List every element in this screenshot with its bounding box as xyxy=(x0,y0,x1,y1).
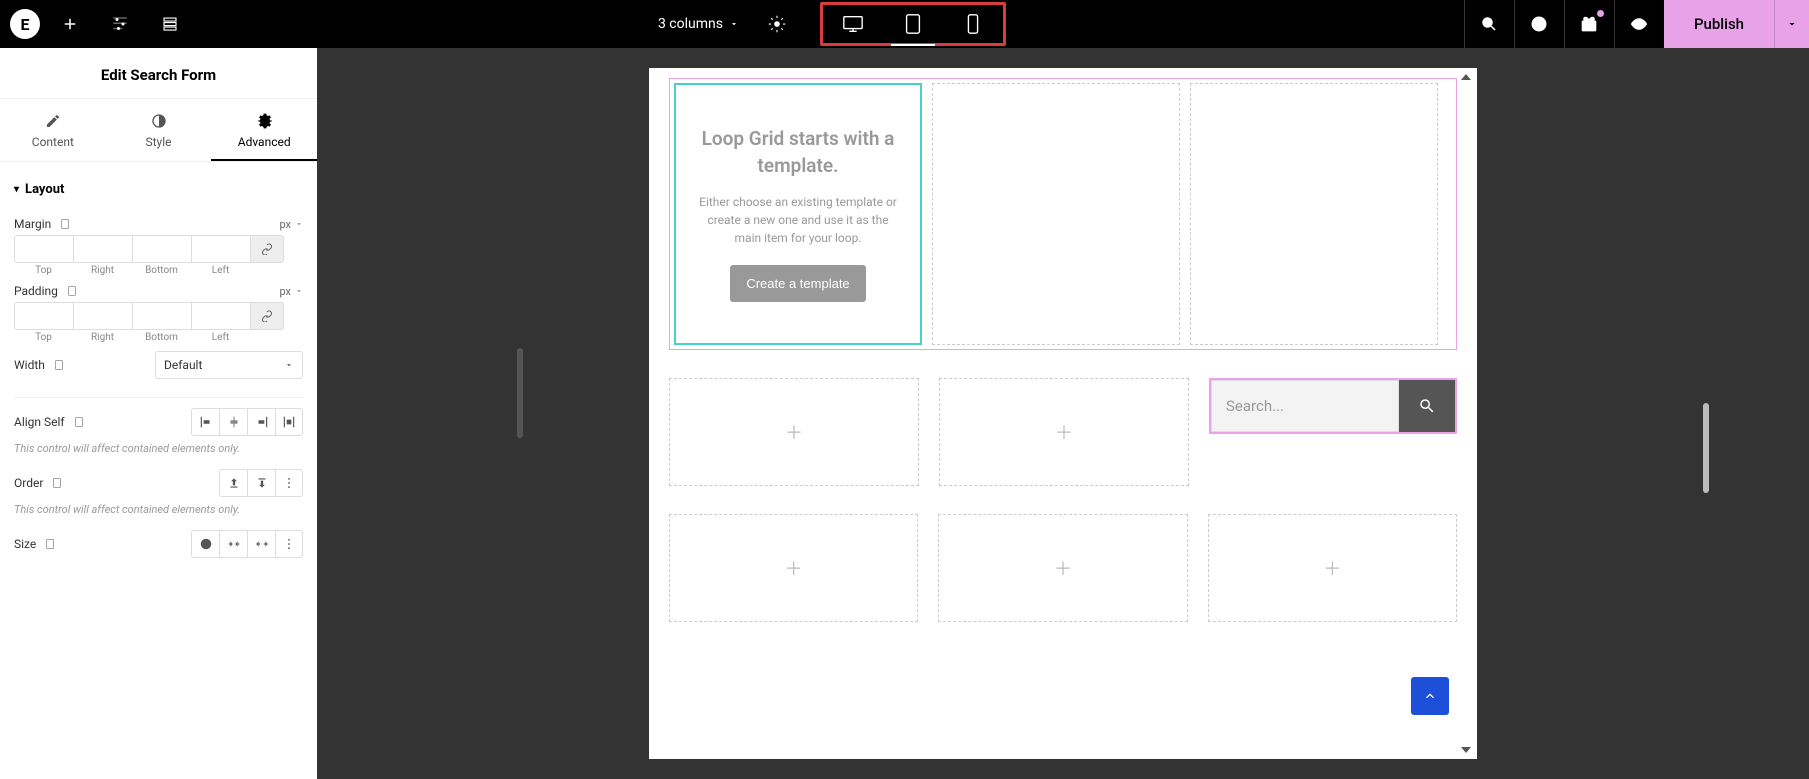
loop-description: Either choose an existing template or cr… xyxy=(696,193,900,247)
plus-icon: ＋ xyxy=(1055,419,1073,445)
align-self-label: Align Self xyxy=(14,415,85,429)
site-settings-button[interactable] xyxy=(100,0,140,48)
size-grow-button[interactable] xyxy=(219,530,247,558)
structure-button[interactable] xyxy=(150,0,190,48)
tab-content[interactable]: Content xyxy=(0,99,106,161)
margin-top-input[interactable] xyxy=(14,235,73,263)
size-more-button[interactable] xyxy=(275,530,303,558)
frame-scrollbar[interactable] xyxy=(517,348,523,438)
section-layout-toggle[interactable]: Layout xyxy=(14,174,303,209)
empty-column[interactable]: ＋ xyxy=(669,378,919,486)
canvas-area: Loop Grid starts with a template. Either… xyxy=(317,48,1809,779)
order-end-button[interactable] xyxy=(247,469,275,497)
padding-left-input[interactable] xyxy=(191,302,250,330)
margin-inputs xyxy=(14,235,303,263)
margin-link-toggle[interactable] xyxy=(250,235,284,263)
margin-bottom-input[interactable] xyxy=(132,235,191,263)
plus-icon: ＋ xyxy=(1054,555,1072,581)
structure-label-text: 3 columns xyxy=(658,16,723,32)
align-stretch-button[interactable] xyxy=(275,408,303,436)
empty-column[interactable]: ＋ xyxy=(1208,514,1457,622)
topbar: E 3 columns Publish xyxy=(0,0,1809,48)
padding-top-input[interactable] xyxy=(14,302,73,330)
order-more-button[interactable] xyxy=(275,469,303,497)
publish-button[interactable]: Publish xyxy=(1664,0,1774,48)
responsive-icon[interactable] xyxy=(66,285,78,297)
plus-icon: ＋ xyxy=(785,555,803,581)
padding-link-toggle[interactable] xyxy=(250,302,284,330)
order-label: Order xyxy=(14,476,63,490)
create-template-button[interactable]: Create a template xyxy=(730,265,865,302)
align-start-button[interactable] xyxy=(191,408,219,436)
finder-button[interactable] xyxy=(1464,0,1514,48)
empty-column[interactable]: ＋ xyxy=(669,514,918,622)
responsive-icon[interactable] xyxy=(73,416,85,428)
order-hint: This control will affect contained eleme… xyxy=(14,503,303,516)
padding-bottom-input[interactable] xyxy=(132,302,191,330)
size-buttons xyxy=(191,530,303,558)
align-end-button[interactable] xyxy=(247,408,275,436)
size-none-button[interactable] xyxy=(191,530,219,558)
padding-unit-select[interactable]: px xyxy=(279,285,303,298)
whats-new-button[interactable] xyxy=(1564,0,1614,48)
width-select[interactable]: Default xyxy=(155,351,303,379)
margin-right-input[interactable] xyxy=(73,235,132,263)
device-tablet-button[interactable] xyxy=(883,4,943,44)
empty-column[interactable]: ＋ xyxy=(938,514,1187,622)
page-settings-button[interactable] xyxy=(757,0,797,48)
responsive-icon[interactable] xyxy=(59,218,71,230)
margin-label: Margin xyxy=(14,217,71,231)
search-form-widget[interactable]: Search... xyxy=(1209,378,1457,486)
align-hint: This control will affect contained eleme… xyxy=(14,442,303,455)
responsive-icon[interactable] xyxy=(44,538,56,550)
search-input[interactable]: Search... xyxy=(1211,380,1399,432)
align-self-buttons xyxy=(191,408,303,436)
device-mobile-button[interactable] xyxy=(943,4,1003,44)
plus-icon: ＋ xyxy=(1323,555,1341,581)
loop-grid-widget[interactable]: Loop Grid starts with a template. Either… xyxy=(669,78,1457,350)
preview-canvas: Loop Grid starts with a template. Either… xyxy=(649,68,1477,759)
size-label: Size xyxy=(14,537,56,551)
size-shrink-button[interactable] xyxy=(247,530,275,558)
margin-left-input[interactable] xyxy=(191,235,250,263)
scroll-to-top-button[interactable] xyxy=(1411,677,1449,715)
loop-placeholder xyxy=(932,83,1180,345)
search-submit-button[interactable] xyxy=(1399,380,1455,432)
publish-options-button[interactable] xyxy=(1774,0,1809,48)
panel-title: Edit Search Form xyxy=(0,48,317,99)
order-buttons xyxy=(219,469,303,497)
padding-label: Padding xyxy=(14,284,78,298)
elementor-logo[interactable]: E xyxy=(10,9,40,39)
padding-right-input[interactable] xyxy=(73,302,132,330)
responsive-device-switcher xyxy=(820,2,1006,46)
device-desktop-button[interactable] xyxy=(823,4,883,44)
loop-placeholder xyxy=(1190,83,1438,345)
plus-icon: ＋ xyxy=(785,419,803,445)
responsive-icon[interactable] xyxy=(51,477,63,489)
align-center-button[interactable] xyxy=(219,408,247,436)
add-element-button[interactable] xyxy=(50,0,90,48)
order-start-button[interactable] xyxy=(219,469,247,497)
canvas-scrollbar[interactable] xyxy=(1703,403,1709,493)
empty-column[interactable]: ＋ xyxy=(939,378,1189,486)
panel-tabs: Content Style Advanced xyxy=(0,99,317,162)
width-label: Width xyxy=(14,358,65,372)
padding-inputs xyxy=(14,302,303,330)
loop-title: Loop Grid starts with a template. xyxy=(696,126,900,179)
responsive-icon[interactable] xyxy=(53,359,65,371)
margin-unit-select[interactable]: px xyxy=(279,218,303,231)
tab-style[interactable]: Style xyxy=(106,99,212,161)
preview-button[interactable] xyxy=(1614,0,1664,48)
editor-sidebar: Edit Search Form Content Style Advanced … xyxy=(0,48,317,779)
tab-advanced[interactable]: Advanced xyxy=(211,99,317,161)
help-button[interactable] xyxy=(1514,0,1564,48)
loop-template-card: Loop Grid starts with a template. Either… xyxy=(674,83,922,345)
structure-dropdown[interactable]: 3 columns xyxy=(648,16,749,32)
